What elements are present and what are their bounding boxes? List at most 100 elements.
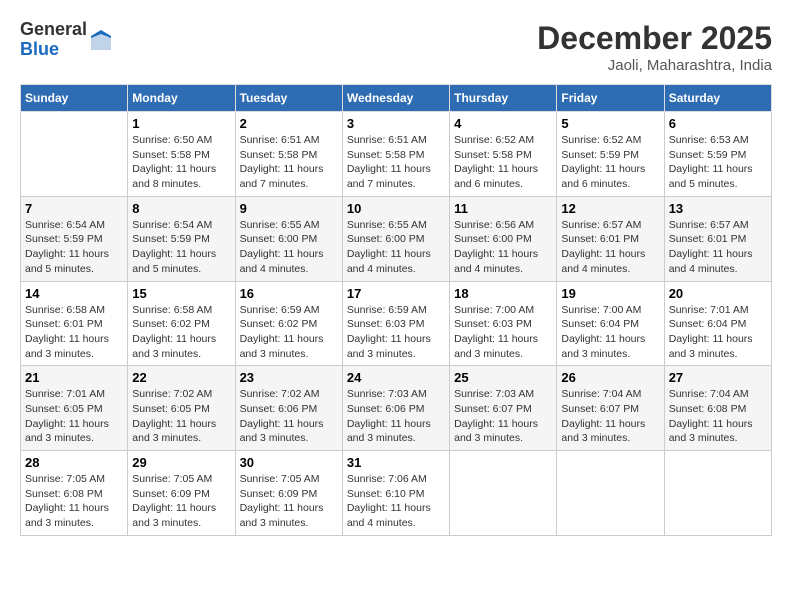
day-number: 20 — [669, 286, 767, 301]
day-number: 15 — [132, 286, 230, 301]
calendar-cell: 16 Sunrise: 6:59 AMSunset: 6:02 PMDayligh… — [235, 281, 342, 366]
day-number: 4 — [454, 116, 552, 131]
calendar-cell: 31 Sunrise: 7:06 AMSunset: 6:10 PMDayligh… — [342, 451, 449, 536]
day-number: 10 — [347, 201, 445, 216]
calendar-cell — [664, 451, 771, 536]
calendar-cell: 4Sunrise: 6:52 AMSunset: 5:58 PMDaylight… — [450, 112, 557, 197]
calendar-cell: 13 Sunrise: 6:57 AMSunset: 6:01 PMDayligh… — [664, 196, 771, 281]
calendar-week-row: 1Sunrise: 6:50 AMSunset: 5:58 PMDaylight… — [21, 112, 772, 197]
calendar-cell: 29Sunrise: 7:05 AMSunset: 6:09 PMDayligh… — [128, 451, 235, 536]
day-info: Sunrise: 7:04 AMSunset: 6:07 PMDaylight:… — [561, 387, 659, 446]
day-number: 14 — [25, 286, 123, 301]
calendar-cell: 2 Sunrise: 6:51 AMSunset: 5:58 PMDaylight… — [235, 112, 342, 197]
day-info: Sunrise: 6:51 AMSunset: 5:58 PMDaylight:… — [347, 133, 445, 192]
day-number: 7 — [25, 201, 123, 216]
day-number: 13 — [669, 201, 767, 216]
day-info: Sunrise: 7:02 AMSunset: 6:06 PMDaylight:… — [240, 387, 338, 446]
weekday-header: Saturday — [664, 85, 771, 112]
day-info: Sunrise: 7:02 AMSunset: 6:05 PMDaylight:… — [132, 387, 230, 446]
day-number: 16 — [240, 286, 338, 301]
day-info: Sunrise: 7:01 AMSunset: 6:04 PMDaylight:… — [669, 303, 767, 362]
day-info: Sunrise: 7:05 AMSunset: 6:08 PMDaylight:… — [25, 472, 123, 531]
month-title: December 2025 — [537, 20, 772, 57]
day-info: Sunrise: 7:03 AMSunset: 6:06 PMDaylight:… — [347, 387, 445, 446]
day-number: 27 — [669, 370, 767, 385]
calendar-cell: 3 Sunrise: 6:51 AMSunset: 5:58 PMDaylight… — [342, 112, 449, 197]
day-info: Sunrise: 7:03 AMSunset: 6:07 PMDaylight:… — [454, 387, 552, 446]
day-number: 19 — [561, 286, 659, 301]
calendar-week-row: 21Sunrise: 7:01 AMSunset: 6:05 PMDayligh… — [21, 366, 772, 451]
calendar-cell: 23 Sunrise: 7:02 AMSunset: 6:06 PMDayligh… — [235, 366, 342, 451]
day-number: 3 — [347, 116, 445, 131]
calendar-cell: 9Sunrise: 6:55 AMSunset: 6:00 PMDaylight… — [235, 196, 342, 281]
calendar-cell: 15 Sunrise: 6:58 AMSunset: 6:02 PMDayligh… — [128, 281, 235, 366]
day-info: Sunrise: 7:00 AMSunset: 6:04 PMDaylight:… — [561, 303, 659, 362]
calendar-cell: 6 Sunrise: 6:53 AMSunset: 5:59 PMDaylight… — [664, 112, 771, 197]
day-number: 5 — [561, 116, 659, 131]
calendar-cell: 26 Sunrise: 7:04 AMSunset: 6:07 PMDayligh… — [557, 366, 664, 451]
day-number: 31 — [347, 455, 445, 470]
day-info: Sunrise: 6:58 AMSunset: 6:01 PMDaylight:… — [25, 303, 123, 362]
calendar-table: SundayMondayTuesdayWednesdayThursdayFrid… — [20, 84, 772, 536]
day-info: Sunrise: 6:59 AMSunset: 6:02 PMDaylight:… — [240, 303, 338, 362]
calendar-cell: 1Sunrise: 6:50 AMSunset: 5:58 PMDaylight… — [128, 112, 235, 197]
day-info: Sunrise: 6:57 AMSunset: 6:01 PMDaylight:… — [669, 218, 767, 277]
weekday-header: Sunday — [21, 85, 128, 112]
calendar-cell: 22 Sunrise: 7:02 AMSunset: 6:05 PMDayligh… — [128, 366, 235, 451]
calendar-cell: 20 Sunrise: 7:01 AMSunset: 6:04 PMDayligh… — [664, 281, 771, 366]
day-info: Sunrise: 6:54 AMSunset: 5:59 PMDaylight:… — [132, 218, 230, 277]
day-number: 11 — [454, 201, 552, 216]
day-info: Sunrise: 6:53 AMSunset: 5:59 PMDaylight:… — [669, 133, 767, 192]
day-info: Sunrise: 7:04 AMSunset: 6:08 PMDaylight:… — [669, 387, 767, 446]
day-info: Sunrise: 7:06 AMSunset: 6:10 PMDaylight:… — [347, 472, 445, 531]
logo: General Blue — [20, 20, 113, 60]
calendar-cell — [21, 112, 128, 197]
calendar-cell: 10Sunrise: 6:55 AMSunset: 6:00 PMDayligh… — [342, 196, 449, 281]
calendar-header-row: SundayMondayTuesdayWednesdayThursdayFrid… — [21, 85, 772, 112]
day-number: 6 — [669, 116, 767, 131]
day-info: Sunrise: 6:54 AMSunset: 5:59 PMDaylight:… — [25, 218, 123, 277]
day-number: 1 — [132, 116, 230, 131]
weekday-header: Tuesday — [235, 85, 342, 112]
calendar-cell: 7 Sunrise: 6:54 AMSunset: 5:59 PMDaylight… — [21, 196, 128, 281]
weekday-header: Monday — [128, 85, 235, 112]
day-info: Sunrise: 6:51 AMSunset: 5:58 PMDaylight:… — [240, 133, 338, 192]
day-number: 23 — [240, 370, 338, 385]
day-number: 26 — [561, 370, 659, 385]
calendar-cell — [557, 451, 664, 536]
calendar-week-row: 7 Sunrise: 6:54 AMSunset: 5:59 PMDaylight… — [21, 196, 772, 281]
calendar-cell: 24 Sunrise: 7:03 AMSunset: 6:06 PMDayligh… — [342, 366, 449, 451]
calendar-cell: 27 Sunrise: 7:04 AMSunset: 6:08 PMDayligh… — [664, 366, 771, 451]
calendar-cell: 30Sunrise: 7:05 AMSunset: 6:09 PMDayligh… — [235, 451, 342, 536]
day-number: 8 — [132, 201, 230, 216]
calendar-cell: 25 Sunrise: 7:03 AMSunset: 6:07 PMDayligh… — [450, 366, 557, 451]
title-area: December 2025 Jaoli, Maharashtra, India — [537, 20, 772, 74]
page-header: General Blue December 2025 Jaoli, Mahara… — [20, 20, 772, 74]
calendar-cell: 28Sunrise: 7:05 AMSunset: 6:08 PMDayligh… — [21, 451, 128, 536]
day-number: 25 — [454, 370, 552, 385]
day-info: Sunrise: 6:55 AMSunset: 6:00 PMDaylight:… — [240, 218, 338, 277]
day-number: 24 — [347, 370, 445, 385]
weekday-header: Thursday — [450, 85, 557, 112]
day-info: Sunrise: 6:58 AMSunset: 6:02 PMDaylight:… — [132, 303, 230, 362]
day-number: 29 — [132, 455, 230, 470]
day-number: 30 — [240, 455, 338, 470]
day-number: 22 — [132, 370, 230, 385]
logo-general: General — [20, 20, 87, 40]
day-info: Sunrise: 6:52 AMSunset: 5:59 PMDaylight:… — [561, 133, 659, 192]
calendar-cell: 5 Sunrise: 6:52 AMSunset: 5:59 PMDaylight… — [557, 112, 664, 197]
day-number: 17 — [347, 286, 445, 301]
calendar-cell: 19 Sunrise: 7:00 AMSunset: 6:04 PMDayligh… — [557, 281, 664, 366]
day-number: 12 — [561, 201, 659, 216]
calendar-week-row: 14 Sunrise: 6:58 AMSunset: 6:01 PMDayligh… — [21, 281, 772, 366]
day-info: Sunrise: 6:56 AMSunset: 6:00 PMDaylight:… — [454, 218, 552, 277]
weekday-header: Wednesday — [342, 85, 449, 112]
weekday-header: Friday — [557, 85, 664, 112]
day-info: Sunrise: 6:57 AMSunset: 6:01 PMDaylight:… — [561, 218, 659, 277]
calendar-week-row: 28Sunrise: 7:05 AMSunset: 6:08 PMDayligh… — [21, 451, 772, 536]
calendar-cell — [450, 451, 557, 536]
day-info: Sunrise: 6:59 AMSunset: 6:03 PMDaylight:… — [347, 303, 445, 362]
calendar-cell: 21Sunrise: 7:01 AMSunset: 6:05 PMDayligh… — [21, 366, 128, 451]
day-number: 2 — [240, 116, 338, 131]
calendar-cell: 17 Sunrise: 6:59 AMSunset: 6:03 PMDayligh… — [342, 281, 449, 366]
